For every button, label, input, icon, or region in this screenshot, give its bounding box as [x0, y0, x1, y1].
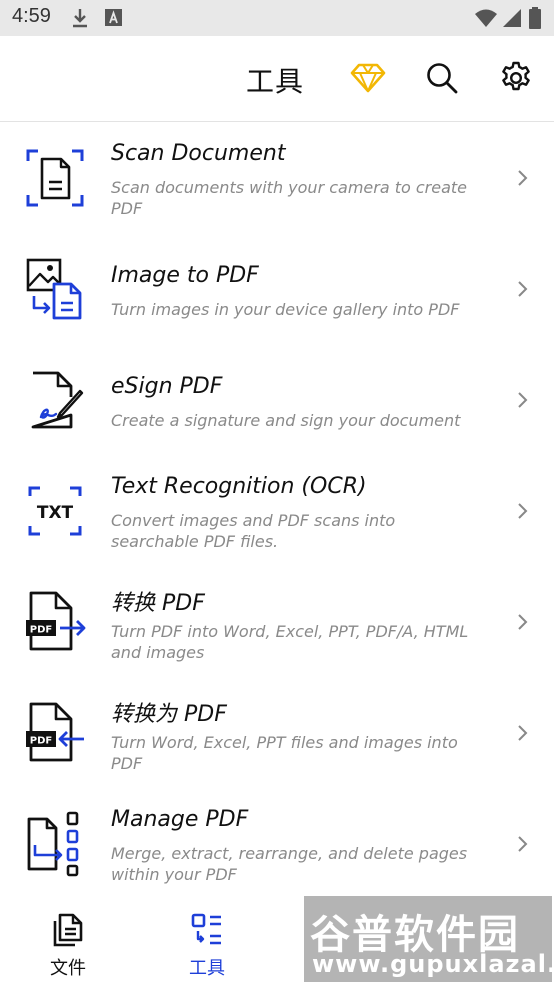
- settings-button[interactable]: [496, 58, 536, 98]
- cellular-icon: [503, 9, 521, 27]
- premium-diamond-icon: [350, 63, 386, 93]
- status-time: 4:59: [12, 5, 51, 27]
- svg-text:PDF: PDF: [30, 736, 52, 747]
- convert-to-pdf-icon: PDF: [26, 702, 84, 762]
- tools-icon: [191, 913, 221, 945]
- tool-title: eSign PDF: [111, 374, 223, 399]
- app-bar: 工具: [0, 36, 554, 122]
- tool-description: Turn images in your device gallery into …: [111, 300, 460, 319]
- chevron-right-icon: [518, 170, 528, 186]
- chevron-right-icon: [518, 503, 528, 519]
- nav-tab-tools[interactable]: 工具: [167, 908, 247, 979]
- watermark-overlay: 谷普软件园 www.gupuxlazal.com: [304, 896, 552, 982]
- tool-manage-pdf[interactable]: Manage PDF Merge, extract, rearrange, an…: [0, 789, 554, 899]
- tool-title: Manage PDF: [111, 807, 249, 832]
- battery-icon: [529, 7, 541, 29]
- svg-text:PDF: PDF: [30, 625, 52, 636]
- tool-description: Scan documents with your camera to creat…: [111, 178, 468, 218]
- manage-pdf-icon: [27, 811, 79, 877]
- premium-button[interactable]: [348, 58, 388, 98]
- search-button[interactable]: [422, 58, 462, 98]
- ocr-txt-icon: TXT: [28, 486, 82, 536]
- wifi-icon: [475, 9, 497, 27]
- tool-description: Convert images and PDF scans into search…: [111, 511, 396, 551]
- chevron-right-icon: [518, 614, 528, 630]
- tool-description: Merge, extract, rearrange, and delete pa…: [111, 844, 468, 884]
- search-icon: [427, 63, 458, 94]
- nav-label-files: 文件: [50, 958, 86, 979]
- tool-text-recognition[interactable]: TXT Text Recognition (OCR) Convert image…: [0, 456, 554, 566]
- files-icon: [53, 913, 83, 947]
- tool-title: Scan Document: [111, 141, 286, 166]
- tool-description: Turn PDF into Word, Excel, PPT, PDF/A, H…: [111, 622, 469, 662]
- a-notification-icon: [105, 9, 122, 26]
- convert-from-pdf-icon: PDF: [26, 591, 86, 651]
- page-title: 工具: [246, 65, 305, 98]
- chevron-right-icon: [518, 281, 528, 297]
- scan-document-icon: [26, 149, 84, 207]
- tool-title: Text Recognition (OCR): [111, 474, 367, 499]
- esign-icon: [31, 371, 84, 429]
- nav-tab-files[interactable]: 文件: [28, 908, 108, 979]
- tool-convert-pdf[interactable]: PDF 转换 PDF Turn PDF into Word, Excel, PP…: [0, 567, 554, 677]
- tool-convert-to-pdf[interactable]: PDF 转换为 PDF Turn Word, Excel, PPT files …: [0, 678, 554, 788]
- watermark-url: www.gupuxlazal.com: [312, 950, 552, 978]
- tool-esign-pdf[interactable]: eSign PDF Create a signature and sign yo…: [0, 345, 554, 455]
- settings-gear-icon: [502, 61, 530, 91]
- chevron-right-icon: [518, 836, 528, 852]
- tool-title: 转换 PDF: [111, 591, 205, 616]
- image-to-pdf-icon: [26, 258, 82, 320]
- tool-description: Create a signature and sign your documen…: [111, 411, 461, 430]
- tool-title: 转换为 PDF: [111, 702, 227, 727]
- download-icon: [73, 9, 87, 28]
- tool-description: Turn Word, Excel, PPT files and images i…: [111, 733, 458, 773]
- svg-text:TXT: TXT: [37, 503, 74, 523]
- tool-title: Image to PDF: [111, 263, 259, 288]
- tool-image-to-pdf[interactable]: Image to PDF Turn images in your device …: [0, 234, 554, 344]
- chevron-right-icon: [518, 725, 528, 741]
- chevron-right-icon: [518, 392, 528, 408]
- status-bar: 4:59: [0, 0, 554, 36]
- nav-label-tools: 工具: [189, 958, 225, 979]
- tool-scan-document[interactable]: Scan Document Scan documents with your c…: [0, 123, 554, 233]
